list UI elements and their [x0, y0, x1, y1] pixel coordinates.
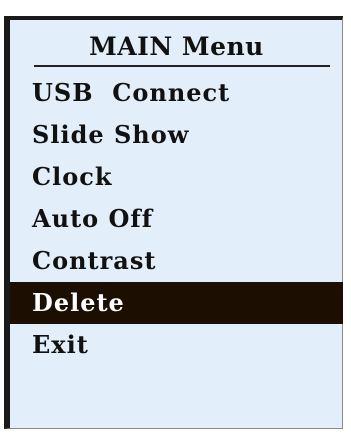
menu-item-contrast[interactable]: Contrast [10, 240, 343, 282]
menu-item-slide-show[interactable]: Slide Show [10, 114, 343, 156]
menu-item-usb-connect[interactable]: USB Connect [10, 72, 343, 114]
menu-list: USB Connect Slide Show Clock Auto Off Co… [10, 72, 343, 366]
menu-item-exit[interactable]: Exit [10, 324, 343, 366]
main-menu-panel: MAIN Menu USB Connect Slide Show Clock A… [4, 16, 343, 429]
menu-item-clock[interactable]: Clock [10, 156, 343, 198]
menu-item-delete[interactable]: Delete [10, 282, 343, 324]
menu-item-auto-off[interactable]: Auto Off [10, 198, 343, 240]
title-divider [34, 65, 330, 67]
menu-title: MAIN Menu [89, 32, 264, 61]
